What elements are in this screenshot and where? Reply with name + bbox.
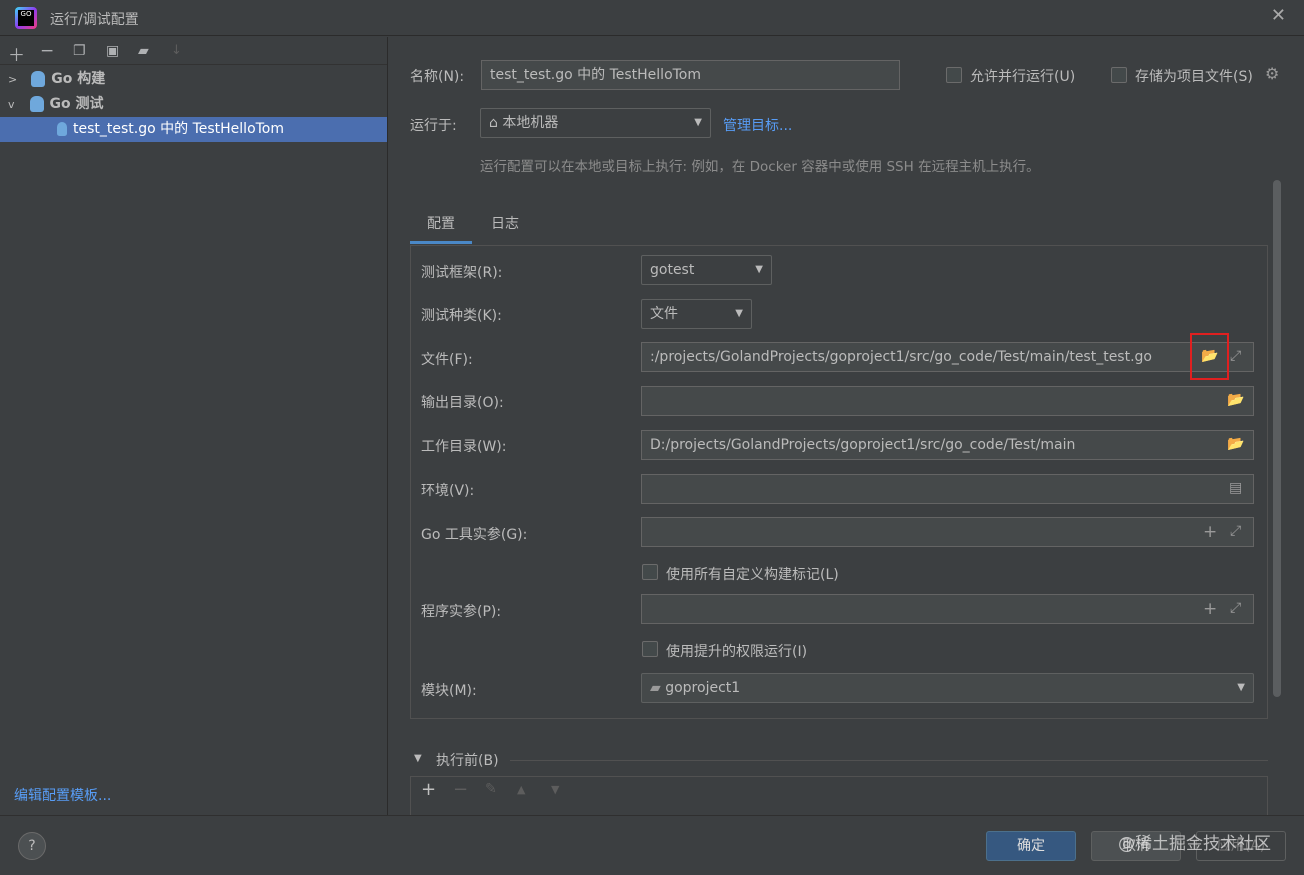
- module-folder-icon: ▰: [650, 680, 666, 696]
- document-icon[interactable]: ▤: [1229, 480, 1242, 496]
- home-icon: ⌂: [489, 115, 503, 131]
- tree-item-go-test[interactable]: v Go 测试: [0, 92, 387, 117]
- env-input[interactable]: [641, 474, 1254, 504]
- remove-icon[interactable]: −: [40, 41, 54, 61]
- gear-icon[interactable]: ⚙: [1265, 64, 1279, 83]
- gopher-icon: [29, 96, 44, 112]
- chevron-down-icon: ▼: [735, 308, 743, 319]
- chevron-down-icon: ▼: [1237, 682, 1245, 693]
- remove-icon[interactable]: −: [453, 779, 468, 800]
- framework-label: 测试框架(R):: [421, 265, 503, 281]
- tab-logs[interactable]: 日志: [474, 210, 536, 244]
- name-label: 名称(N):: [410, 69, 465, 85]
- tree-item-label: Go 构建: [51, 71, 106, 87]
- custom-tags-checkbox[interactable]: [642, 564, 658, 580]
- name-input[interactable]: test_test.go 中的 TestHelloTom: [481, 60, 900, 90]
- expand-icon[interactable]: ⤢: [1230, 523, 1241, 539]
- run-on-label: 运行于:: [410, 118, 457, 134]
- before-launch-list: + − ✎ ▲ ▼: [410, 776, 1268, 816]
- tree-item-label: test_test.go 中的 TestHelloTom: [73, 121, 285, 137]
- tree-item-test-config[interactable]: test_test.go 中的 TestHelloTom: [0, 117, 387, 142]
- file-input[interactable]: :/projects/GolandProjects/goproject1/src…: [641, 342, 1254, 372]
- file-label: 文件(F):: [421, 352, 473, 368]
- tab-config[interactable]: 配置: [410, 210, 472, 244]
- watermark: @稀土掘金技术社区: [1118, 834, 1271, 854]
- elevated-checkbox[interactable]: [642, 641, 658, 657]
- elevated-label: 使用提升的权限运行(I): [666, 644, 808, 660]
- output-dir-input[interactable]: [641, 386, 1254, 416]
- gopher-icon: [31, 71, 46, 87]
- move-up-icon[interactable]: ▲: [517, 783, 525, 796]
- chevron-down-icon[interactable]: ▼: [414, 753, 422, 764]
- window-title: 运行/调试配置: [50, 12, 139, 28]
- module-label: 模块(M):: [421, 683, 477, 699]
- help-button[interactable]: ?: [18, 832, 46, 860]
- workdir-input[interactable]: D:/projects/GolandProjects/goproject1/sr…: [641, 430, 1254, 460]
- chevron-down-icon: ▼: [694, 117, 702, 128]
- before-launch-label[interactable]: 执行前(B): [436, 750, 499, 770]
- folder-open-icon[interactable]: 📂: [1227, 436, 1244, 452]
- go-tool-args-label: Go 工具实参(G):: [421, 527, 528, 543]
- custom-tags-label: 使用所有自定义构建标记(L): [666, 567, 839, 583]
- move-down-icon[interactable]: ▼: [551, 783, 559, 796]
- edit-templates-link[interactable]: 编辑配置模板...: [14, 785, 111, 805]
- file-value: :/projects/GolandProjects/goproject1/src…: [650, 349, 1152, 365]
- sort-icon[interactable]: ↓: [171, 43, 182, 58]
- chevron-down-icon: ▼: [755, 264, 763, 275]
- workdir-label: 工作目录(W):: [421, 439, 507, 455]
- manage-targets-link[interactable]: 管理目标...: [723, 115, 792, 135]
- add-icon[interactable]: +: [421, 779, 436, 800]
- edit-icon[interactable]: ✎: [485, 781, 497, 797]
- add-icon[interactable]: +: [1203, 599, 1217, 619]
- add-icon[interactable]: +: [1203, 522, 1217, 542]
- env-label: 环境(V):: [421, 483, 475, 499]
- kind-label: 测试种类(K):: [421, 308, 502, 324]
- expand-icon[interactable]: ⤢: [1230, 600, 1241, 616]
- add-icon[interactable]: ＋: [8, 41, 25, 66]
- highlight-box: [1190, 333, 1229, 380]
- go-tool-args-input[interactable]: [641, 517, 1254, 547]
- copy-icon[interactable]: ❐: [73, 43, 86, 59]
- goland-logo: GO: [15, 7, 37, 29]
- program-args-input[interactable]: [641, 594, 1254, 624]
- run-on-hint: 运行配置可以在本地或目标上执行: 例如，在 Docker 容器中或使用 SSH …: [480, 159, 1040, 175]
- store-project-label: 存储为项目文件(S): [1135, 69, 1253, 85]
- program-args-label: 程序实参(P):: [421, 604, 502, 620]
- allow-parallel-label: 允许并行运行(U): [970, 69, 1076, 85]
- store-project-checkbox[interactable]: [1111, 67, 1127, 83]
- framework-select[interactable]: gotest ▼: [641, 255, 772, 285]
- new-folder-icon[interactable]: ▰: [138, 43, 149, 59]
- run-on-value: 本地机器: [502, 115, 559, 131]
- output-label: 输出目录(O):: [421, 395, 504, 411]
- tree-item-label: Go 测试: [49, 96, 104, 112]
- tree-item-go-build[interactable]: > Go 构建: [0, 67, 387, 92]
- ok-button[interactable]: 确定: [986, 831, 1076, 861]
- gopher-icon: [57, 122, 67, 136]
- scrollbar[interactable]: [1273, 180, 1281, 697]
- config-tree-panel: ＋ − ❐ ▣ ▰ ↓ > Go 构建 v Go 测试 test_test.go 中…: [0, 37, 388, 815]
- title-bar: GO 运行/调试配置 ✕: [0, 0, 1304, 36]
- module-select[interactable]: ▰ goproject1 ▼: [641, 673, 1254, 703]
- allow-parallel-checkbox[interactable]: [946, 67, 962, 83]
- framework-value: gotest: [650, 262, 695, 278]
- kind-select[interactable]: 文件 ▼: [641, 299, 752, 329]
- save-icon[interactable]: ▣: [106, 43, 119, 59]
- kind-value: 文件: [650, 306, 678, 322]
- folder-open-icon[interactable]: 📂: [1227, 392, 1244, 408]
- module-value: goproject1: [665, 680, 741, 696]
- expand-icon[interactable]: ⤢: [1230, 348, 1241, 364]
- run-on-select[interactable]: ⌂ 本地机器 ▼: [480, 108, 711, 138]
- close-icon[interactable]: ✕: [1271, 5, 1286, 26]
- divider: [510, 760, 1268, 761]
